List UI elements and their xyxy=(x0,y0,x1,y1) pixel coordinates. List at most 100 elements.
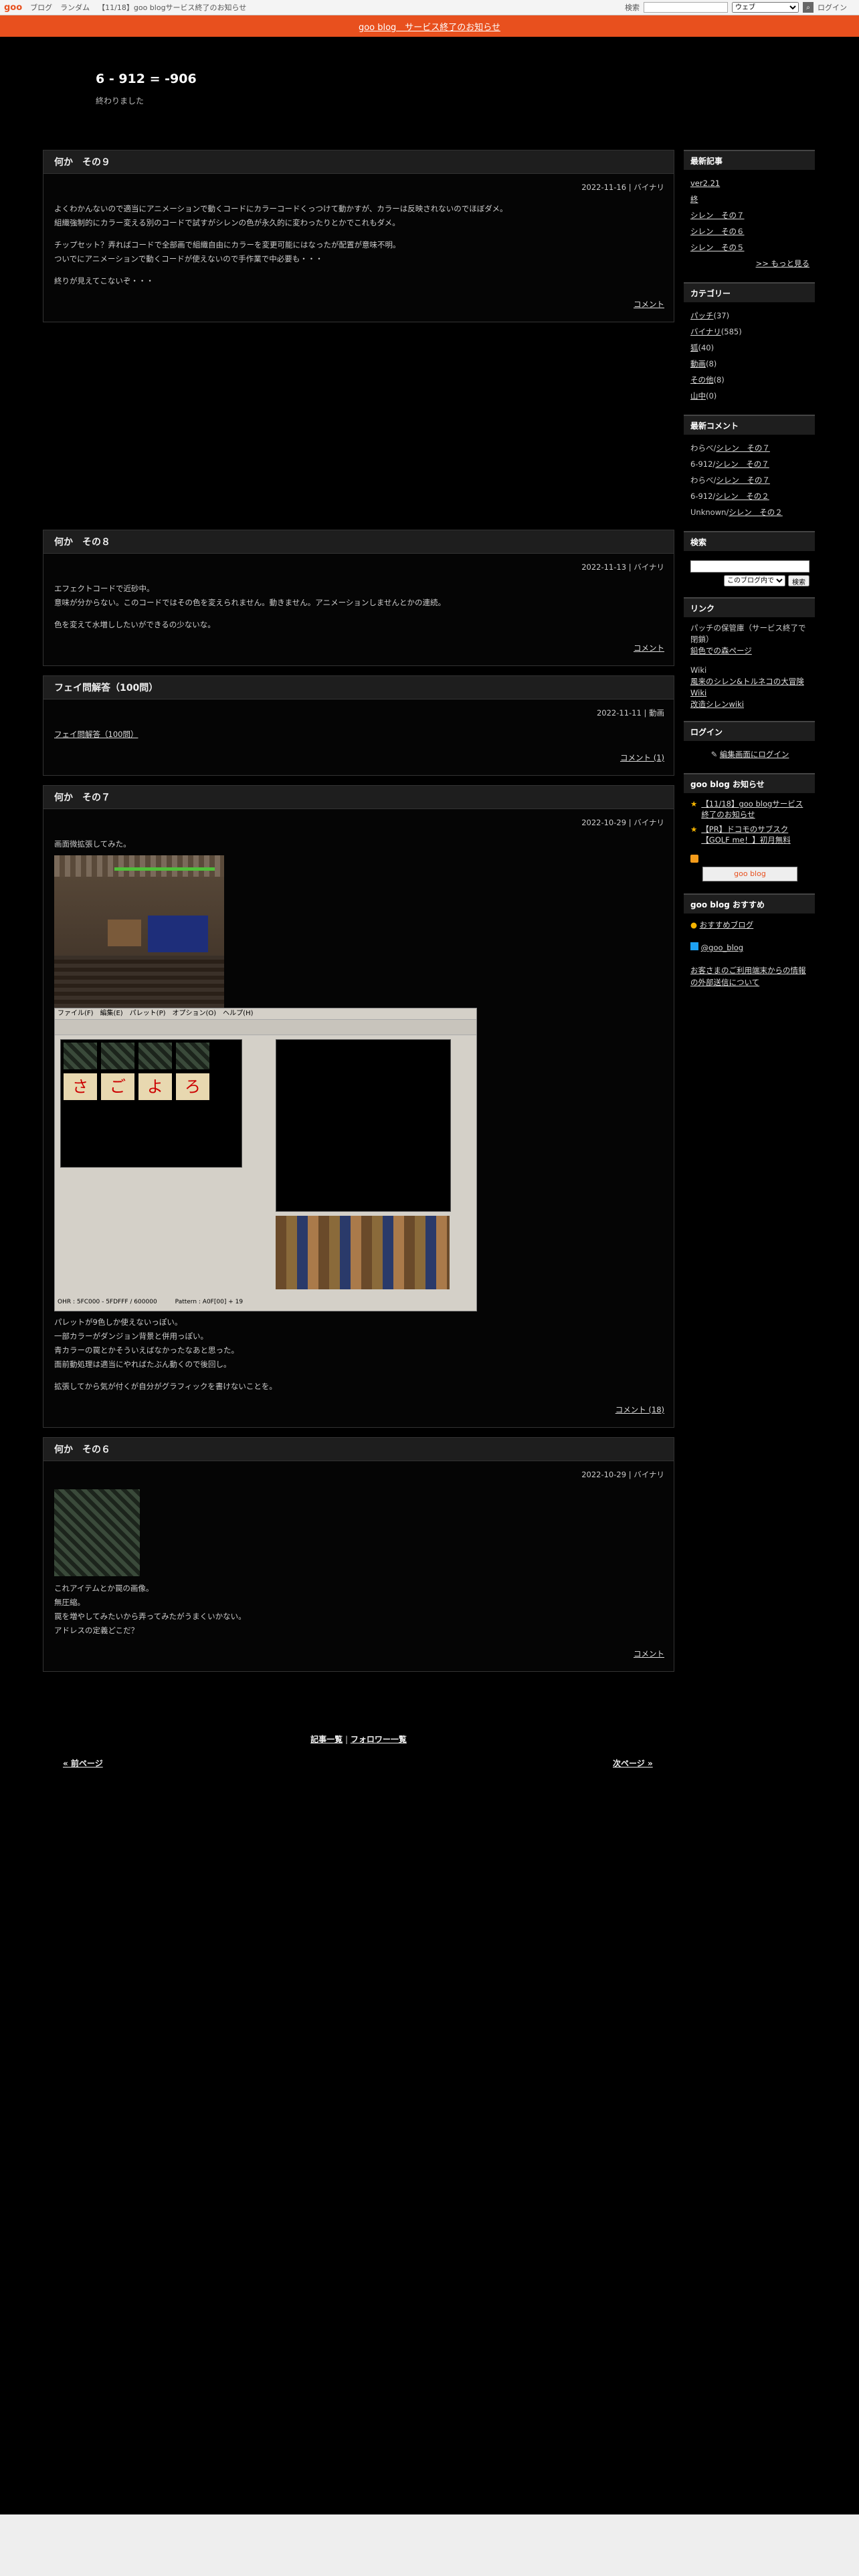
post-entry: 何か その８ 2022-11-13 | バイナリ エフェクトコードで近砂中。 意… xyxy=(43,530,674,666)
topbar-link-notice[interactable]: 【11/18】goo blogサービス終了のお知らせ xyxy=(98,2,246,13)
category-count: (40) xyxy=(698,343,714,352)
post-line: 面前動処理は適当にやればたぶん動くので後回し。 xyxy=(54,1360,231,1369)
editor-statusbar: OHR : 5FC000 - 5FDFFF / 600000 Pattern :… xyxy=(58,1299,244,1305)
post-line: アドレスの定義どこだ？ xyxy=(54,1626,139,1635)
recent-comments-block: 最新コメント わらべ/シレン その７ 6-912/シレン その７ わらべ/シレン… xyxy=(684,415,815,524)
topbar-link-random[interactable]: ランダム xyxy=(60,2,90,13)
post-body-link[interactable]: フェイ問解答（100問） xyxy=(54,730,138,739)
comment-post-link[interactable]: シレン その７ xyxy=(715,459,769,469)
blog-search-input[interactable] xyxy=(690,560,809,572)
blog-search-scope[interactable]: このブログ内で xyxy=(724,575,785,586)
recent-post-link[interactable]: シレン その６ xyxy=(690,223,809,239)
post-body: これアイテムとか罠の画像。 無圧縮。 罠を増やしてみたいから弄ってみたがうまくい… xyxy=(43,1480,674,1640)
post-title[interactable]: フェイ問解答（100問） xyxy=(43,676,674,700)
comment-link[interactable]: コメント (18) xyxy=(615,1405,664,1414)
service-end-notice: goo blog サービス終了のお知らせ xyxy=(0,15,859,37)
recent-post-link[interactable]: ver2.21 xyxy=(690,175,809,191)
category-link[interactable]: パッチ xyxy=(690,311,714,320)
post-line: よくわかんないので適当にアニメーションで動くコードにカラーコードくっつけて動かす… xyxy=(54,204,508,213)
comment-link[interactable]: コメント xyxy=(634,300,664,309)
star-icon: ★ xyxy=(690,825,698,834)
comment-link[interactable]: コメント xyxy=(634,643,664,653)
recent-posts-title: 最新記事 xyxy=(684,150,815,170)
page-footer xyxy=(0,2514,859,2576)
bottom-nav: 記事一覧 | フォロワー一覧 xyxy=(43,1733,674,1745)
editor-options[interactable] xyxy=(60,1216,261,1289)
post-title[interactable]: 何か その９ xyxy=(43,150,674,174)
twitter-icon xyxy=(690,942,698,950)
category-link[interactable]: その他 xyxy=(690,375,714,385)
comment-post-link[interactable]: シレン その７ xyxy=(716,443,770,453)
sidebar: 最新記事 ver2.21 終 シレン その７ シレン その６ シレン その５ >… xyxy=(684,150,815,999)
category-link[interactable]: 動画 xyxy=(690,359,706,368)
prev-page-link[interactable]: « 前ページ xyxy=(63,1759,103,1768)
category-link[interactable]: 狐 xyxy=(690,343,698,352)
post-line: 無圧縮。 xyxy=(54,1598,85,1607)
palette-panel[interactable] xyxy=(276,1216,450,1289)
search-go-button[interactable]: ⌕ xyxy=(803,2,814,13)
comment-author: わらべ/ xyxy=(690,475,717,485)
comment-link[interactable]: コメント (1) xyxy=(620,753,664,762)
goo-blog-button[interactable]: goo blog xyxy=(702,867,797,881)
post-line: これアイテムとか罠の画像。 xyxy=(54,1584,154,1593)
post-entry: 何か その７ 2022-10-29 | バイナリ 画面微拡張してみた。 ファイル… xyxy=(43,785,674,1428)
category-count: (37) xyxy=(713,311,730,320)
post-line: 画面微拡張してみた。 xyxy=(54,839,131,849)
search-input[interactable] xyxy=(644,2,728,13)
post-title[interactable]: 何か その７ xyxy=(43,786,674,809)
rss-icon[interactable] xyxy=(690,855,698,863)
goo-recommend-block: goo blog おすすめ ● おすすめブログ @goo_blog お客さまのご… xyxy=(684,893,815,992)
login-link[interactable]: ログイン xyxy=(818,2,847,13)
post-meta: 2022-11-16 | バイナリ xyxy=(581,183,664,192)
search-scope-select[interactable]: ウェブ xyxy=(732,2,799,13)
post-line: チップセット？弄ればコードで全部画で組織自由にカラーを変更可能にはなったが配置が… xyxy=(54,240,401,249)
recent-posts-block: 最新記事 ver2.21 終 シレン その７ シレン その６ シレン その５ >… xyxy=(684,150,815,276)
topbar-link-blog[interactable]: ブログ xyxy=(30,2,52,13)
top-bar: goo ブログ ランダム 【11/18】goo blogサービス終了のお知らせ … xyxy=(0,0,859,15)
goo-news-block: goo blog お知らせ ★ 【11/18】goo blogサービス終了のお知ら… xyxy=(684,773,815,887)
editor-toolbar xyxy=(55,1019,476,1035)
nav-separator: | xyxy=(345,1735,349,1744)
comment-post-link[interactable]: シレン その２ xyxy=(729,508,783,517)
post-entry: 何か その６ 2022-10-29 | バイナリ これアイテムとか罠の画像。 無… xyxy=(43,1437,674,1672)
post-line: ついでにアニメーションで動くコードが使えないので手作業で中必要も・・・ xyxy=(54,254,323,263)
recommend-link[interactable]: おすすめブログ xyxy=(700,920,754,930)
external-info-link[interactable]: お客さまのご利用端末からの情報の外部送信について xyxy=(690,966,806,987)
follower-list-link[interactable]: フォロワー一覧 xyxy=(351,1735,407,1744)
news-link[interactable]: 【11/18】goo blogサービス終了のお知らせ xyxy=(701,798,809,820)
blog-search-title: 検索 xyxy=(684,531,815,551)
link-item[interactable]: 風来のシレン&トルネコの大冒険 Wiki xyxy=(690,676,809,699)
link-item[interactable]: 鉛色での森ページ xyxy=(690,645,809,657)
comment-link[interactable]: コメント xyxy=(634,1649,664,1658)
comment-post-link[interactable]: シレン その７ xyxy=(716,475,770,485)
link-item[interactable]: 改造シレンwiki xyxy=(690,699,809,710)
post-meta: 2022-11-11 | 動画 xyxy=(596,708,664,718)
comment-post-link[interactable]: シレン その２ xyxy=(715,492,769,501)
service-end-link[interactable]: goo blog サービス終了のお知らせ xyxy=(359,20,500,33)
editor-menubar: ファイル(F) 編集(E) パレット(P) オプション(O) ヘルプ(H) xyxy=(58,1010,254,1017)
recent-post-link[interactable]: シレン その７ xyxy=(690,207,809,223)
goo-logo[interactable]: goo xyxy=(4,3,22,13)
post-line: パレットが9色しか使えないっぽい。 xyxy=(54,1317,183,1327)
post-line: 終りが見えてこないぞ・・・ xyxy=(54,276,154,286)
category-link[interactable]: 山中 xyxy=(690,391,706,401)
site-title[interactable]: 6 - 912 = -906 xyxy=(96,72,197,86)
next-page-link[interactable]: 次ページ » xyxy=(613,1759,653,1768)
links-note: Wiki xyxy=(690,665,707,675)
edit-login-link[interactable]: 編集画面にログイン xyxy=(720,750,789,759)
article-list-link[interactable]: 記事一覧 xyxy=(310,1735,343,1744)
bulb-icon: ● xyxy=(690,920,698,930)
search-icon: ⌕ xyxy=(806,3,810,11)
comment-author: 6-912/ xyxy=(690,459,716,469)
post-title[interactable]: 何か その８ xyxy=(43,530,674,554)
category-link[interactable]: バイナリ xyxy=(690,327,721,336)
search-label: 検索 xyxy=(625,3,640,12)
recent-more-link[interactable]: >> もっと見る xyxy=(756,259,809,268)
recent-post-link[interactable]: 終 xyxy=(690,191,809,207)
news-link[interactable]: 【PR】ドコモのサブスク【GOLF me！】初月無料 xyxy=(701,824,809,845)
comment-author: わらべ/ xyxy=(690,443,717,453)
blog-search-button[interactable]: 検索 xyxy=(788,575,809,586)
post-title[interactable]: 何か その６ xyxy=(43,1438,674,1461)
twitter-link[interactable]: @goo_blog xyxy=(701,943,743,952)
recent-post-link[interactable]: シレン その５ xyxy=(690,239,809,255)
